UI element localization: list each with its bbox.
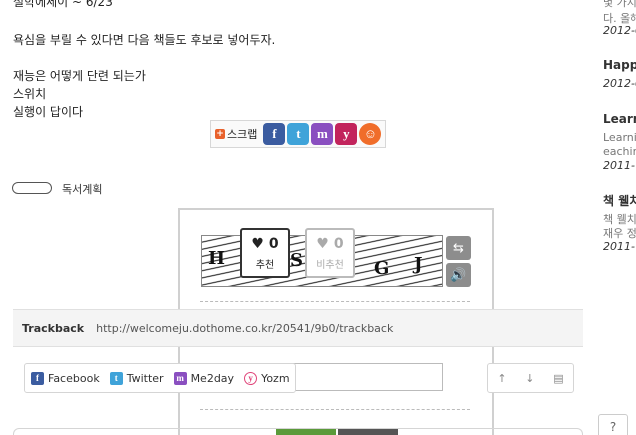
post-text-cut-line: 철학에세이 ~ 6/23 — [13, 0, 113, 9]
post-text-line: 재능은 어떻게 단련 되는가 — [13, 69, 146, 83]
help-button[interactable]: ? — [598, 414, 628, 435]
captcha-char: G — [374, 258, 390, 279]
not-recommend-count: 0 — [333, 235, 344, 252]
trackback-title: Trackback — [22, 321, 85, 335]
post-text-line: 욕심을 부릴 수 있다면 다음 책들도 후보로 넣어두자. — [13, 33, 276, 47]
category-label[interactable]: 독서계획 — [62, 181, 102, 197]
share-twitter-button[interactable]: t Twitter — [109, 371, 164, 385]
twitter-icon: t — [109, 371, 123, 385]
recommend-count: 0 — [268, 235, 279, 252]
arrow-up-icon[interactable]: ↑ — [497, 372, 506, 385]
captcha-char: H — [208, 248, 226, 269]
post-nav-box: ↑ ↓ ▤ — [487, 363, 574, 393]
heart-icon: ♥ — [316, 235, 329, 252]
captcha-char: S — [290, 250, 303, 271]
not-recommend-label: 비추천 — [316, 259, 344, 271]
sidebar-date: 2012-0 — [603, 24, 636, 37]
post-text-line: 실행이 답이다 — [13, 105, 84, 119]
scrap-bar: + 스크랩 f t m y ☺ — [210, 120, 386, 148]
divider — [200, 301, 470, 302]
scrap-plus-icon[interactable]: + — [215, 129, 225, 139]
comment-list-box — [13, 428, 583, 435]
sidebar-post-title[interactable]: 책 웰치 — [603, 192, 636, 209]
recommend-button[interactable]: ♥ 0 추천 — [240, 228, 290, 278]
not-recommend-button[interactable]: ♥ 0 비추천 — [305, 228, 355, 278]
share-yozm-button[interactable]: y Yozm — [244, 371, 290, 385]
sidebar-date: 2011- — [603, 240, 635, 253]
divider — [200, 409, 470, 410]
share-yozm-label: Yozm — [261, 371, 290, 385]
share-facebook-button[interactable]: f Facebook — [31, 371, 100, 385]
recommend-label: 추천 — [255, 259, 275, 271]
sidebar-text: Learni — [603, 131, 636, 144]
heart-icon: ♥ — [251, 235, 264, 252]
post-text-line: 스위치 — [13, 87, 47, 101]
audio-captcha-icon[interactable]: 🔊 — [446, 263, 471, 287]
share-bar: f Facebook t Twitter m Me2day y Yozm — [24, 363, 296, 393]
sidebar-post-title[interactable]: Learn — [603, 112, 636, 126]
yozm-icon: y — [244, 371, 258, 385]
sidebar-date: 2012-0 — [603, 77, 636, 90]
category-toggle[interactable] — [12, 182, 52, 194]
scrap-label[interactable]: 스크랩 — [227, 126, 257, 142]
yozm-icon[interactable]: y — [335, 123, 358, 145]
sidebar-post-title[interactable]: Happy — [603, 58, 636, 72]
sidebar-text: 재우 정 — [603, 227, 636, 240]
sidebar-date: 2011- — [603, 159, 635, 172]
captcha-char: J — [414, 254, 423, 275]
facebook-icon: f — [31, 371, 44, 385]
share-twitter-label: Twitter — [126, 371, 164, 385]
me2day-icon: m — [173, 371, 187, 385]
share-me2day-label: Me2day — [190, 371, 235, 385]
me2day-icon[interactable]: m — [311, 123, 334, 145]
facebook-icon[interactable]: f — [263, 123, 286, 145]
arrow-down-icon[interactable]: ↓ — [525, 372, 534, 385]
print-icon[interactable]: ▤ — [553, 372, 563, 385]
other-share-icon[interactable]: ☺ — [359, 123, 382, 145]
refresh-captcha-icon[interactable]: ⇆ — [446, 236, 471, 260]
sidebar-text: eachin — [603, 145, 636, 158]
sidebar-text: 몇 가지 — [603, 0, 636, 9]
share-me2day-button[interactable]: m Me2day — [173, 371, 235, 385]
twitter-icon[interactable]: t — [287, 123, 310, 145]
trackback-bar: Trackback http://welcomeju.dothome.co.kr… — [13, 309, 583, 347]
trackback-url[interactable]: http://welcomeju.dothome.co.kr/20541/9b0… — [96, 322, 393, 335]
share-facebook-label: Facebook — [48, 371, 100, 385]
